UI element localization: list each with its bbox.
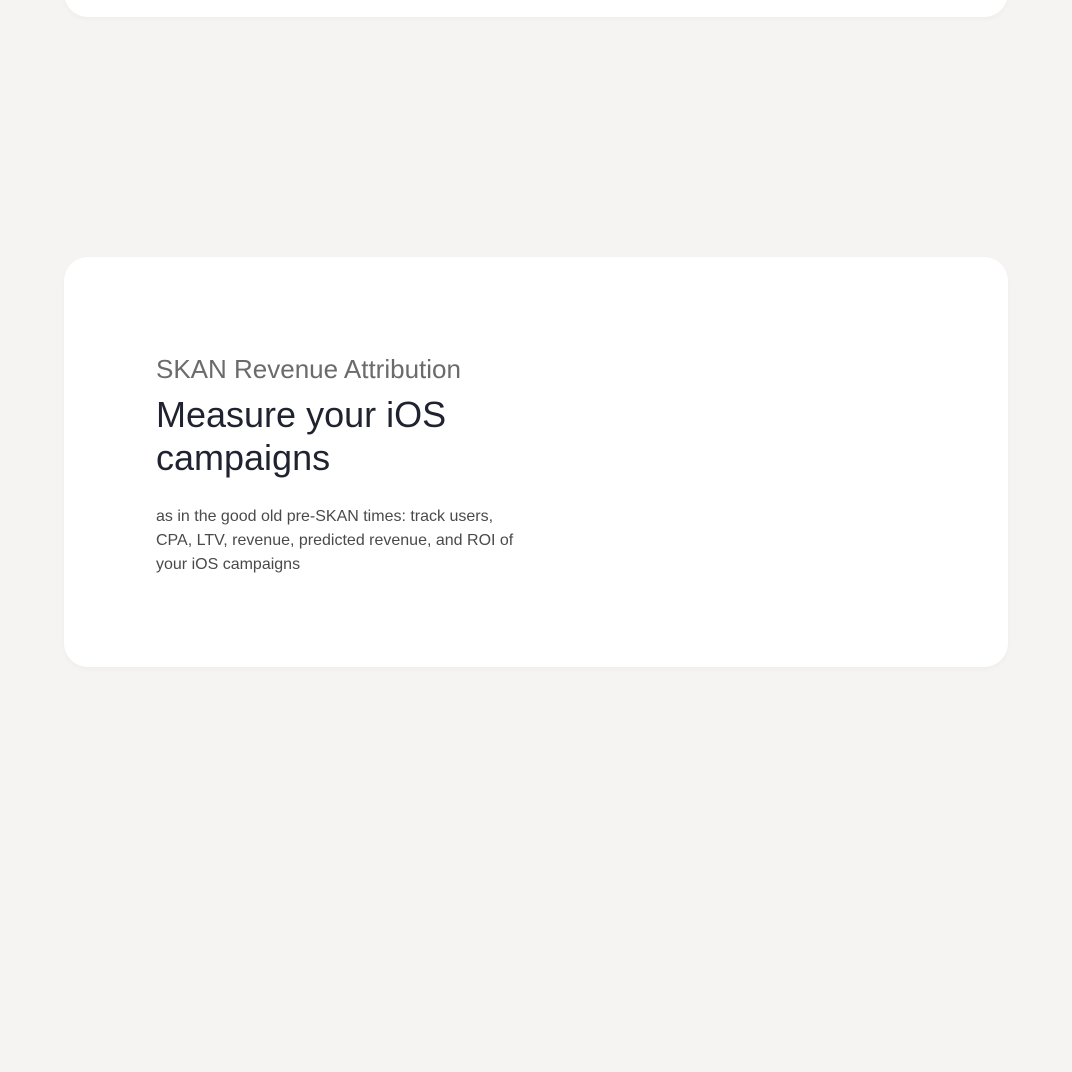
previous-section-card xyxy=(64,0,1008,17)
feature-card: SKAN Revenue Attribution Measure your iO… xyxy=(64,257,1008,667)
page: SKAN Revenue Attribution Measure your iO… xyxy=(0,0,1072,1072)
feature-headline: Measure your iOS campaigns xyxy=(156,394,447,478)
feature-content: SKAN Revenue Attribution Measure your iO… xyxy=(156,353,526,577)
feature-eyebrow: SKAN Revenue Attribution xyxy=(156,354,461,384)
feature-description: as in the good old pre-SKAN times: track… xyxy=(156,508,514,573)
